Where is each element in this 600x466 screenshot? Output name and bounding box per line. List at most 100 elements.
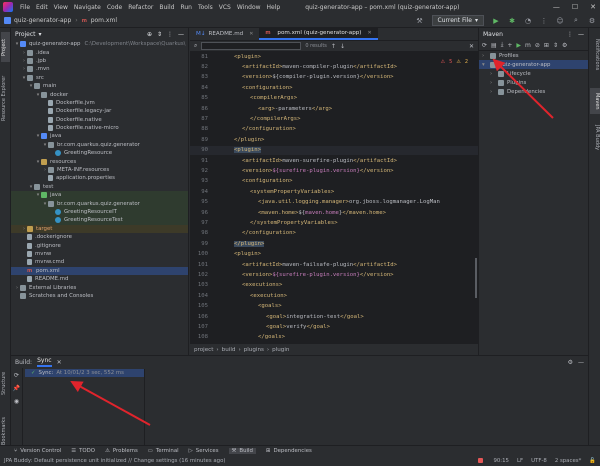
tool-tab-version-control[interactable]: ⑂ Version Control (14, 448, 61, 454)
lock-icon[interactable]: 🔓 (589, 458, 596, 464)
hide-icon[interactable]: — (578, 359, 584, 366)
code-line[interactable]: 92 <version>${surefire-plugin.version}</v… (190, 166, 478, 175)
intellij-logo-icon[interactable] (3, 2, 13, 12)
tree-item[interactable]: Dockerfile.native-micro (11, 124, 188, 132)
tree-item[interactable]: › .idea (11, 48, 188, 56)
tool-tab-services[interactable]: ▷ Services (189, 448, 219, 454)
rerun-icon[interactable]: ⟳ (14, 372, 19, 379)
hide-icon[interactable]: — (178, 31, 184, 38)
indent-setting[interactable]: 2 spaces* (555, 458, 581, 464)
code-line[interactable]: 91 <artifactId>maven-surefire-plugin</art… (190, 156, 478, 165)
tree-item[interactable]: .dockerignore (11, 233, 188, 241)
close-icon[interactable]: ✕ (590, 3, 596, 11)
code-line[interactable]: 90 <plugin> (190, 145, 478, 155)
tree-item[interactable]: m pom.xml (11, 266, 188, 275)
menu-vcs[interactable]: VCS (216, 4, 234, 11)
collapse-icon[interactable]: ⇕ (553, 42, 558, 49)
code-line[interactable]: 101 <artifactId>maven-failsafe-plugin</ar… (190, 260, 478, 269)
resource-explorer-tab[interactable]: Resource Explorer (1, 68, 10, 128)
tree-item[interactable]: mvnw.cmd (11, 258, 188, 266)
account-icon[interactable]: ☺ (556, 17, 564, 25)
tab-sync[interactable]: Sync (37, 357, 52, 367)
code-line[interactable]: 108 </goals> (190, 333, 478, 342)
structure-tool-tab[interactable]: Structure (1, 368, 10, 398)
code-line[interactable]: 85 <compilerArgs> (190, 94, 478, 103)
editor-scrollbar[interactable] (475, 258, 477, 298)
code-line[interactable]: 95 <java.util.logging.manager>org.jboss.l… (190, 198, 478, 207)
project-tool-tab[interactable]: Project (1, 32, 10, 62)
view-icon[interactable]: ◉ (14, 398, 19, 405)
tree-item[interactable]: GreetingResource (11, 149, 188, 157)
tree-item[interactable]: › .jpb (11, 57, 188, 65)
skip-tests-icon[interactable]: ⊘ (535, 42, 540, 49)
menu-tools[interactable]: Tools (195, 4, 216, 11)
show-dependencies-icon[interactable]: ⊞ (544, 42, 549, 49)
maven-tree-item[interactable]: › Dependencies (479, 87, 588, 96)
code-line[interactable]: 104 <execution> (190, 291, 478, 300)
maven-goal-icon[interactable]: m (525, 42, 531, 49)
code-line[interactable]: 88 </configuration> (190, 125, 478, 134)
tree-item[interactable]: Dockerfile.native (11, 116, 188, 124)
collapse-all-icon[interactable]: ⇕ (157, 31, 162, 38)
code-line[interactable]: 82 <artifactId>maven-compiler-plugin</art… (190, 62, 478, 71)
close-tab-icon[interactable]: ✕ (249, 31, 253, 37)
breadcrumb-item[interactable]: build (222, 347, 236, 353)
close-find-icon[interactable]: ✕ (469, 43, 474, 50)
code-editor[interactable]: 81 <plugin> 82 <artifactId>maven-compiler-p… (190, 52, 478, 343)
build-output[interactable] (147, 369, 578, 445)
tree-item[interactable]: Dockerfile.legacy-jar (11, 107, 188, 115)
tree-item[interactable]: › .mvn (11, 65, 188, 73)
chevron-right-icon[interactable]: › (482, 53, 488, 59)
tree-item[interactable]: GreetingResourceTest (11, 216, 188, 225)
breadcrumb-item[interactable]: plugins (244, 347, 264, 353)
code-line[interactable]: 83 <version>${compiler-plugin.version}</v… (190, 73, 478, 82)
generate-sources-icon[interactable]: ▤ (491, 42, 497, 49)
tree-item[interactable]: .gitignore (11, 241, 188, 249)
code-line[interactable]: 84 <configuration> (190, 83, 478, 92)
chevron-down-icon[interactable]: ▾ (39, 31, 42, 38)
maven-tree-item[interactable]: › Lifecycle (479, 69, 588, 78)
tree-item[interactable]: ▾ test (11, 183, 188, 191)
tree-item[interactable]: ▾ java (11, 132, 188, 140)
settings-icon[interactable]: ⚙ (588, 17, 596, 25)
debug-icon[interactable]: ✱ (508, 17, 516, 25)
hide-icon[interactable]: — (578, 31, 584, 38)
code-line[interactable]: 81 <plugin> (190, 52, 478, 61)
code-line[interactable]: 87 </compilerArgs> (190, 114, 478, 123)
menu-view[interactable]: View (51, 4, 71, 11)
bookmarks-tool-tab[interactable]: Bookmarks (1, 413, 10, 449)
menu-file[interactable]: File (17, 4, 33, 11)
locate-icon[interactable]: ⊕ (147, 31, 152, 38)
error-indicator[interactable] (478, 457, 485, 465)
minimize-icon[interactable]: — (553, 3, 560, 11)
tree-item[interactable]: mvnw (11, 250, 188, 258)
menu-refactor[interactable]: Refactor (125, 4, 156, 11)
more-icon[interactable]: ⋮ (540, 17, 548, 25)
menu-help[interactable]: Help (264, 4, 284, 11)
hammer-icon[interactable]: ⚒ (416, 17, 424, 25)
line-separator[interactable]: LF (517, 458, 523, 464)
file-encoding[interactable]: UTF-8 (531, 458, 547, 464)
code-line[interactable]: 103 <executions> (190, 281, 478, 290)
reload-icon[interactable]: ⟳ (482, 42, 487, 49)
maximize-icon[interactable]: ☐ (572, 3, 578, 11)
editor-tab[interactable]: m pom.xml (quiz-generator-app) ✕ (259, 28, 378, 40)
tree-item[interactable]: ▾ br.com.quarkus.quiz.generator (11, 141, 188, 149)
tool-tab-build[interactable]: ⚒ Build (228, 448, 256, 454)
maven-tree-item[interactable]: › Plugins (479, 78, 588, 87)
maven-tree-item[interactable]: ▾ quiz-generator-app (479, 60, 588, 69)
run-icon[interactable]: ▶ (492, 17, 500, 25)
chevron-right-icon[interactable]: › (490, 80, 496, 86)
code-line[interactable]: 98 </configuration> (190, 229, 478, 238)
chevron-right-icon[interactable]: › (490, 71, 496, 77)
tree-item[interactable]: ▾ src (11, 74, 188, 82)
code-line[interactable]: 99 </plugin> (190, 239, 478, 248)
code-line[interactable]: 89 </plugin> (190, 135, 478, 144)
code-line[interactable]: 100 <plugin> (190, 250, 478, 259)
tool-tab-todo[interactable]: ☰ TODO (71, 448, 95, 454)
options-icon[interactable]: ⋮ (167, 31, 173, 38)
tree-item[interactable]: ▾ main (11, 82, 188, 90)
menu-code[interactable]: Code (104, 4, 125, 11)
code-line[interactable]: 107 <goal>verify</goal> (190, 322, 478, 331)
nav-file-crumb[interactable]: m pom.xml (78, 17, 121, 24)
